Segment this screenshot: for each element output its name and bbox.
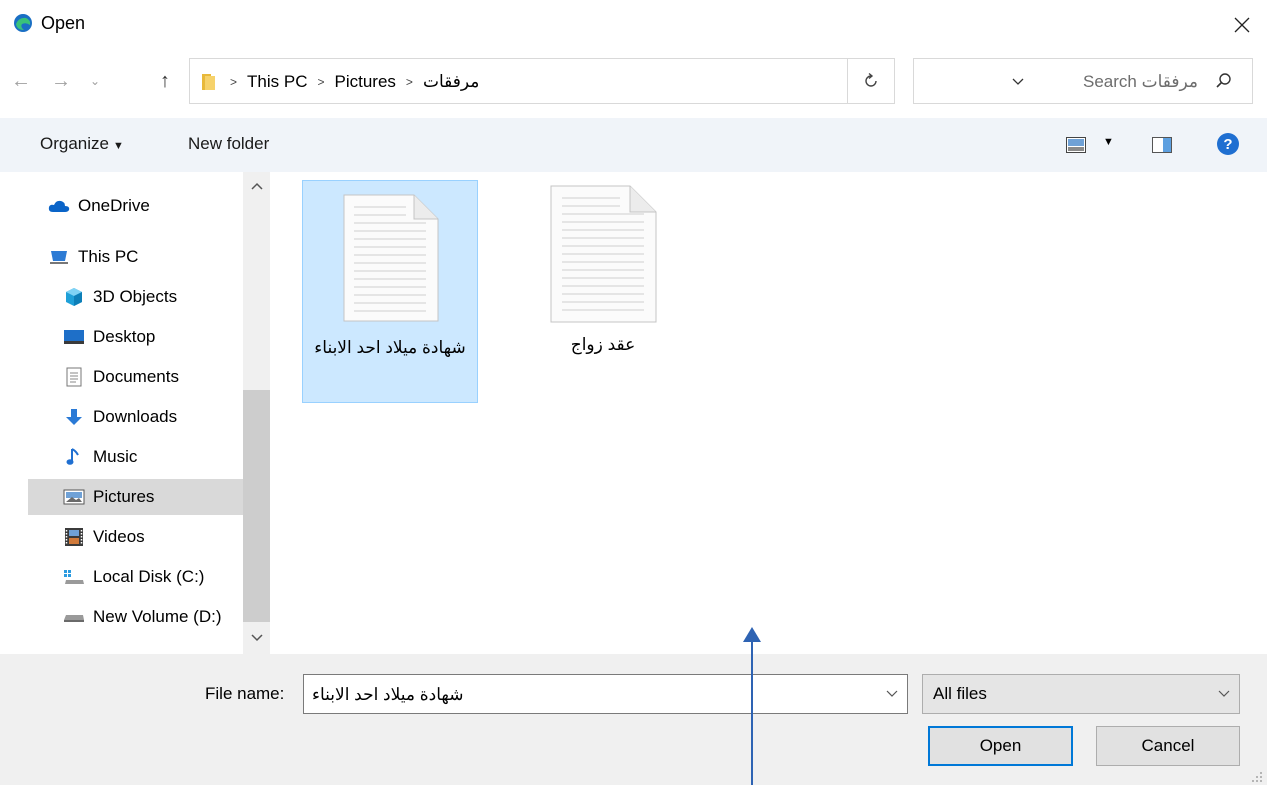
help-icon: ?	[1217, 133, 1239, 155]
file-type-dropdown-button[interactable]	[1209, 675, 1239, 713]
open-button[interactable]: Open	[928, 726, 1073, 766]
chevron-up-icon	[250, 182, 263, 190]
download-arrow-icon	[63, 407, 85, 427]
chevron-right-icon: >	[317, 75, 325, 89]
breadcrumb-pictures[interactable]: Pictures	[335, 72, 396, 92]
chevron-right-icon: >	[230, 75, 238, 89]
file-name-input[interactable]	[312, 683, 872, 707]
file-type-value: All files	[933, 684, 987, 703]
sidebar-item-label: Desktop	[93, 327, 156, 346]
file-item[interactable]: شهادة ميلاد احد الابناء	[302, 180, 478, 403]
new-folder-button[interactable]: New folder	[188, 134, 269, 154]
file-name: عقد زواج	[570, 335, 636, 354]
file-name: شهادة ميلاد احد الابناء	[314, 338, 466, 357]
scrollbar-thumb[interactable]	[243, 390, 270, 622]
sidebar-item-label: OneDrive	[78, 196, 150, 215]
close-button[interactable]	[1222, 8, 1262, 42]
desktop-icon	[63, 327, 85, 347]
scroll-down-button[interactable]	[243, 626, 270, 650]
drive-icon	[63, 567, 85, 587]
sidebar-item-label: Downloads	[93, 407, 178, 426]
sidebar-item-label: Local Disk (C:)	[93, 567, 205, 586]
up-button[interactable]: ↑	[152, 66, 178, 96]
sidebar-item-new-volume-d[interactable]: New Volume (D:)	[63, 599, 243, 635]
address-bar[interactable]: > This PC > Pictures > مرفقات	[189, 58, 1024, 104]
dialog-footer: File name: All files Open Cancel	[0, 654, 1267, 785]
breadcrumb: > This PC > Pictures > مرفقات	[230, 72, 479, 92]
search-input[interactable]	[928, 70, 1198, 94]
documents-icon	[63, 367, 85, 387]
back-arrow-icon: ←	[11, 69, 31, 92]
cancel-button[interactable]: Cancel	[1096, 726, 1240, 766]
film-icon	[63, 527, 85, 547]
new-folder-label: New folder	[188, 134, 270, 153]
file-name-dropdown-button[interactable]	[876, 675, 908, 713]
change-view-button[interactable]	[1066, 137, 1086, 158]
search-icon	[1216, 73, 1231, 88]
caret-down-icon: ▼	[1103, 136, 1114, 148]
folder-icon	[202, 74, 215, 90]
sidebar-item-label: 3D Objects	[93, 287, 178, 306]
sidebar-item-onedrive[interactable]: OneDrive	[48, 188, 263, 224]
organize-label: Organize	[40, 134, 109, 153]
chevron-right-icon: >	[405, 75, 413, 89]
sidebar-item-label: Videos	[93, 527, 145, 546]
sidebar-item-label: Pictures	[93, 487, 155, 506]
navigation-bar: ← → ⌄ ↑ > This PC > Pictures > مرفقات	[0, 58, 1267, 104]
computer-icon	[48, 247, 70, 267]
command-toolbar: Organize ▼ New folder ▼ ?	[0, 118, 1267, 172]
file-type-select[interactable]: All files	[922, 674, 1240, 714]
refresh-icon	[865, 72, 877, 87]
annotation-arrow-head	[743, 627, 761, 642]
navigation-pane-scrollbar[interactable]	[243, 172, 270, 654]
help-button[interactable]: ?	[1216, 132, 1240, 161]
onedrive-icon	[48, 196, 70, 216]
file-name-combobox[interactable]	[303, 674, 908, 714]
back-button[interactable]: ←	[8, 66, 34, 96]
preview-pane-icon	[1152, 137, 1172, 153]
sidebar-item-label: Music	[93, 447, 138, 466]
title-bar: Open	[0, 0, 1267, 48]
preview-pane-button[interactable]	[1152, 137, 1172, 158]
scroll-up-button[interactable]	[243, 174, 270, 198]
sidebar-item-label: Documents	[93, 367, 179, 386]
file-list-view: شهادة ميلاد احد الابناء عقد زواج	[270, 172, 1267, 654]
chevron-down-icon	[886, 690, 898, 697]
search-box[interactable]	[913, 58, 1253, 104]
svg-text:?: ?	[1223, 136, 1232, 153]
close-icon	[1234, 17, 1250, 33]
music-note-icon	[63, 447, 85, 467]
file-item[interactable]: عقد زواج	[515, 180, 691, 403]
breadcrumb-this-pc[interactable]: This PC	[247, 72, 307, 92]
sidebar-item-label: This PC	[78, 247, 139, 266]
chevron-down-icon	[1218, 690, 1230, 697]
drive-icon	[63, 607, 85, 627]
window-title: Open	[41, 13, 86, 33]
navigation-pane: OneDrive This PC 3D Objects Desktop Docu…	[0, 172, 270, 654]
document-file-icon	[550, 185, 657, 323]
pictures-icon	[63, 487, 85, 507]
document-file-icon	[343, 194, 439, 322]
sidebar-item-this-pc[interactable]: This PC	[48, 239, 263, 275]
sidebar-item-label: New Volume (D:)	[93, 607, 222, 626]
cube-icon	[63, 287, 85, 307]
forward-button[interactable]: →	[48, 66, 74, 96]
breadcrumb-current-folder[interactable]: مرفقات	[423, 72, 479, 92]
recent-locations-button[interactable]: ⌄	[82, 66, 108, 96]
annotation-arrow-line	[751, 640, 753, 785]
view-options-button[interactable]: ▼	[1103, 136, 1114, 148]
refresh-button[interactable]	[848, 58, 895, 104]
edge-icon	[14, 14, 32, 32]
organize-button[interactable]: Organize ▼	[40, 134, 124, 154]
file-name-label: File name:	[205, 684, 285, 703]
forward-arrow-icon: →	[51, 69, 71, 92]
caret-down-icon: ▼	[112, 140, 124, 152]
chevron-down-icon: ⌄	[89, 74, 101, 88]
view-icon	[1066, 137, 1086, 153]
sidebar-item-pictures[interactable]: Pictures	[28, 479, 243, 515]
up-arrow-icon: ↑	[160, 69, 170, 92]
chevron-down-icon	[250, 634, 263, 642]
resize-grip-icon[interactable]	[1250, 770, 1264, 784]
